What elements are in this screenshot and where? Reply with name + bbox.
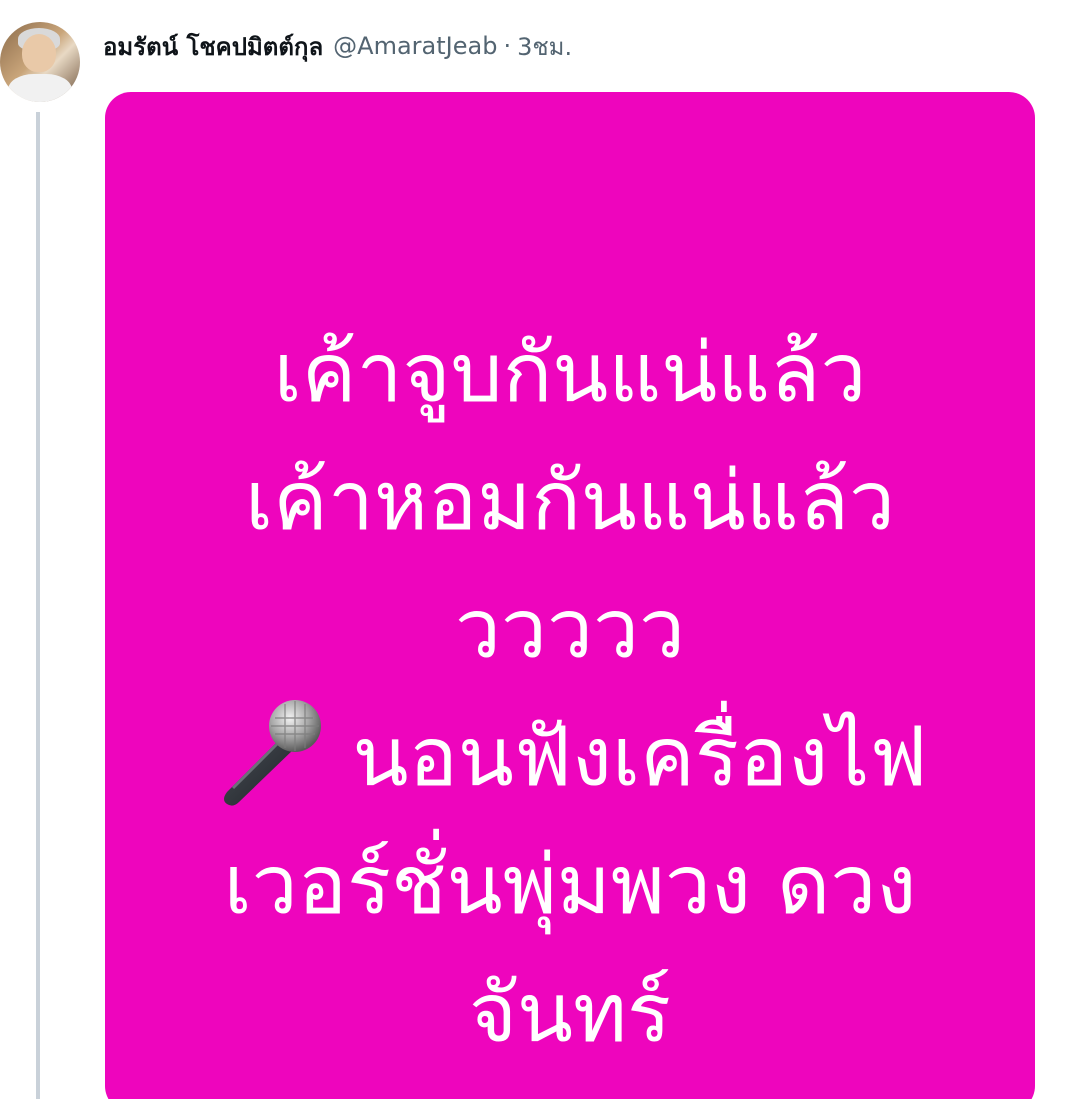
tweet-image[interactable]: เค้าจูบกันแน่แล้ว เค้าหอมกันแน่แล้ว วววว… [105,92,1035,1099]
image-text-line-5: เวอร์ชั่นพุ่มพวง ดวง [223,838,917,933]
avatar-shirt [8,74,72,102]
image-text-line-4: นอนฟังเครื่องไฟ [352,710,928,805]
tweet[interactable]: อมรัตน์ โชคปมิตต์กุล @AmaratJeab · 3ชม. … [0,0,1080,1099]
image-text-line-6: จันทร์ [468,966,672,1061]
thread-line [36,112,40,1099]
image-text-line-4-container: นอนฟังเครื่องไฟ [105,694,1035,822]
display-name[interactable]: อมรัตน์ โชคปมิตต์กุล [103,27,323,66]
timestamp[interactable]: 3ชม. [517,27,572,66]
image-text-line-1: เค้าจูบกันแน่แล้ว [273,326,867,421]
avatar[interactable] [0,22,80,102]
image-text-line-2: เค้าหอมกันแน่แล้ว [244,454,896,549]
microphone-icon [213,696,331,808]
image-text-line-3: ววววว [454,582,686,677]
separator-dot: · [503,32,512,60]
avatar-face [22,34,56,72]
user-handle[interactable]: @AmaratJeab [333,32,497,60]
tweet-header: อมรัตน์ โชคปมิตต์กุล @AmaratJeab · 3ชม. [103,26,572,66]
image-text: เค้าจูบกันแน่แล้ว เค้าหอมกันแน่แล้ว วววว… [105,310,1035,1078]
